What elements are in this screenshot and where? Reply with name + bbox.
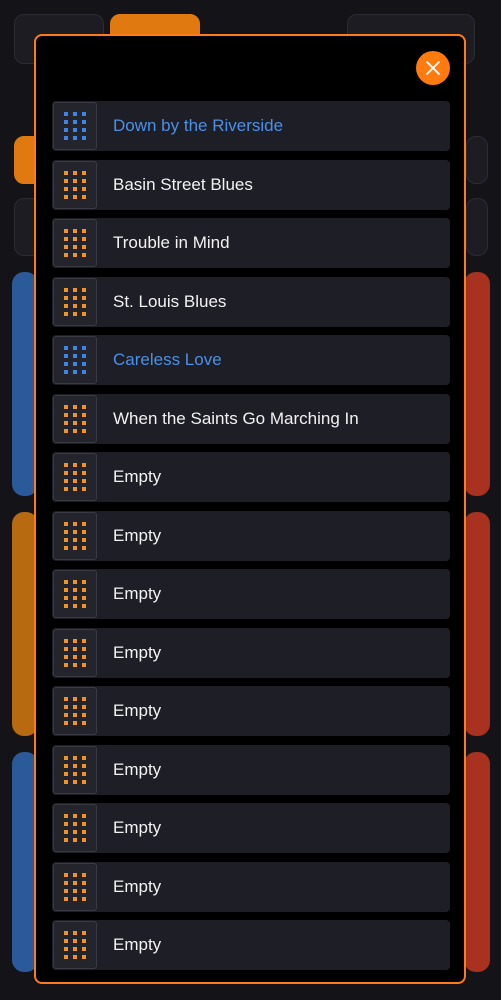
slot-row[interactable]: Empty bbox=[52, 686, 450, 736]
slot-label: Careless Love bbox=[113, 350, 222, 369]
drag-handle-icon[interactable] bbox=[53, 336, 97, 384]
close-icon bbox=[426, 61, 440, 75]
slot-row[interactable]: St. Louis Blues bbox=[52, 276, 450, 327]
slot-label: Basin Street Blues bbox=[113, 174, 253, 194]
slot-row[interactable]: Empty bbox=[52, 920, 450, 970]
slot-row[interactable]: When the Saints Go Marching In bbox=[52, 393, 450, 444]
slot-row[interactable]: Trouble in Mind bbox=[52, 218, 450, 268]
drag-handle-icon[interactable] bbox=[53, 219, 97, 267]
drag-handle-icon[interactable] bbox=[53, 394, 97, 443]
close-button[interactable] bbox=[416, 51, 450, 85]
slot-row[interactable]: Empty bbox=[52, 744, 450, 795]
drag-handle-icon[interactable] bbox=[53, 511, 97, 560]
slot-label: Empty bbox=[113, 701, 162, 720]
background-card bbox=[464, 272, 490, 496]
slot-label: Empty bbox=[113, 467, 162, 486]
slot-row[interactable]: Empty bbox=[52, 627, 450, 678]
drag-handle-icon[interactable] bbox=[53, 628, 97, 677]
slot-label: Empty bbox=[113, 876, 162, 896]
slot-label: Trouble in Mind bbox=[113, 233, 230, 252]
drag-handle-icon[interactable] bbox=[53, 745, 97, 794]
slot-row[interactable]: Basin Street Blues bbox=[52, 159, 450, 210]
background-button bbox=[466, 198, 488, 256]
slot-list: Down by the Riverside Basin Street Blues T… bbox=[52, 101, 450, 979]
drag-handle-icon[interactable] bbox=[53, 862, 97, 911]
drag-handle-icon[interactable] bbox=[53, 102, 97, 150]
slot-row[interactable]: Empty bbox=[52, 452, 450, 502]
background-card bbox=[464, 752, 490, 972]
background-button bbox=[466, 136, 488, 184]
drag-handle-icon[interactable] bbox=[53, 687, 97, 735]
drag-handle-icon[interactable] bbox=[53, 921, 97, 969]
slot-label: Empty bbox=[113, 525, 162, 545]
drag-handle-icon[interactable] bbox=[53, 160, 97, 209]
slot-row[interactable]: Empty bbox=[52, 803, 450, 853]
slot-label: Empty bbox=[113, 642, 162, 662]
slot-label: St. Louis Blues bbox=[113, 291, 227, 311]
slot-label: Empty bbox=[113, 759, 162, 779]
slot-label: Empty bbox=[113, 935, 162, 954]
slot-label: Empty bbox=[113, 584, 162, 603]
drag-handle-icon[interactable] bbox=[53, 570, 97, 618]
slot-row[interactable]: Empty bbox=[52, 861, 450, 912]
background-card bbox=[464, 512, 490, 736]
slot-row[interactable]: Empty bbox=[52, 510, 450, 561]
slot-row[interactable]: Down by the Riverside bbox=[52, 101, 450, 151]
slot-label: When the Saints Go Marching In bbox=[113, 408, 359, 428]
drag-handle-icon[interactable] bbox=[53, 277, 97, 326]
slot-label: Down by the Riverside bbox=[113, 116, 284, 135]
slot-row[interactable]: Careless Love bbox=[52, 335, 450, 385]
slot-label: Empty bbox=[113, 818, 162, 837]
slot-row[interactable]: Empty bbox=[52, 569, 450, 619]
drag-handle-icon[interactable] bbox=[53, 453, 97, 501]
drag-handle-icon[interactable] bbox=[53, 804, 97, 852]
